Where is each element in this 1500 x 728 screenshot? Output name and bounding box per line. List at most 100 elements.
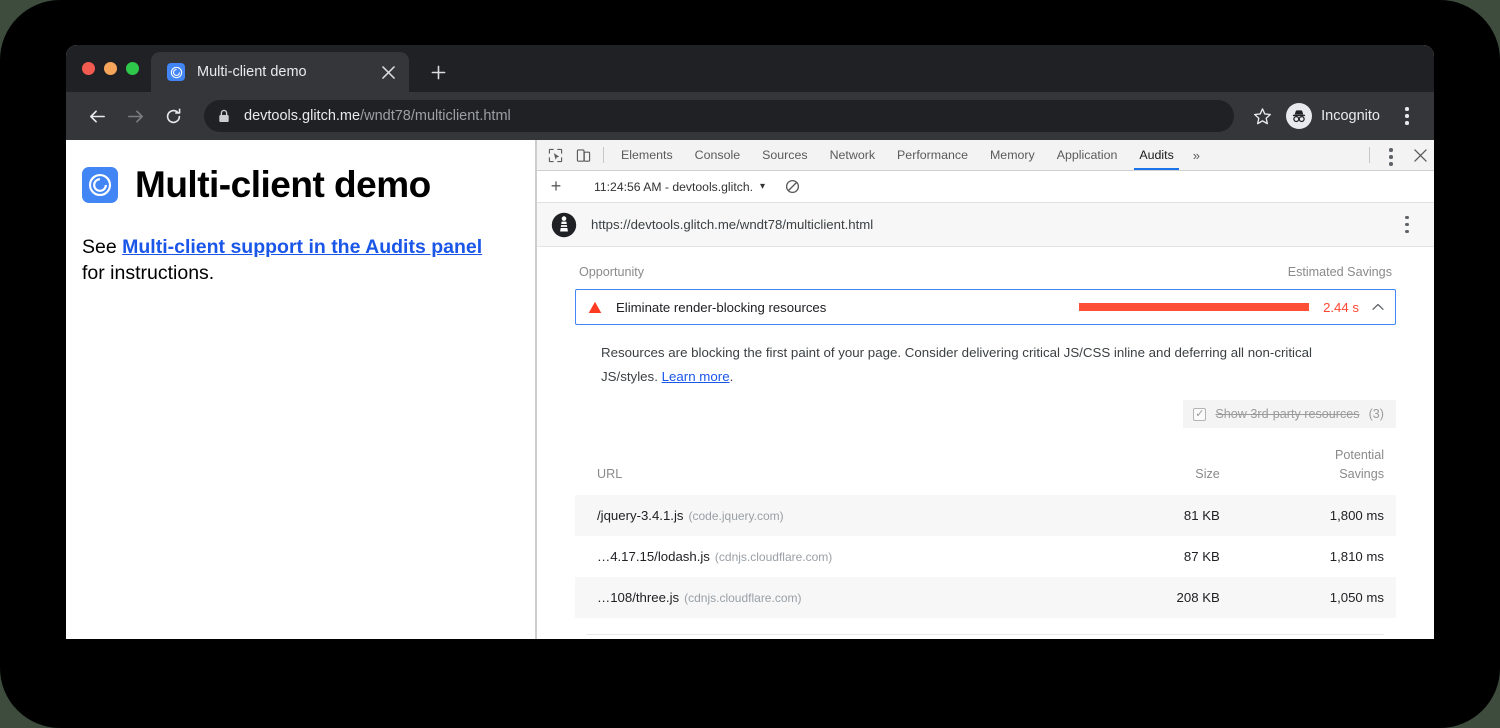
table-header-row: URL Size PotentialSavings [575, 442, 1396, 495]
window-minimize-button[interactable] [104, 62, 117, 75]
audits-docs-link[interactable]: Multi-client support in the Audits panel [122, 236, 482, 258]
url-text: devtools.glitch.me/wndt78/multiclient.ht… [244, 108, 511, 124]
savings-bar [1079, 303, 1309, 311]
savings-column-label: Estimated Savings [1288, 265, 1392, 279]
tab-console[interactable]: Console [684, 140, 751, 170]
tab-sources[interactable]: Sources [751, 140, 818, 170]
tab-strip: Multi-client demo [66, 45, 1434, 92]
tab-label: Network [830, 148, 875, 162]
toolbar-divider [1369, 147, 1370, 163]
resource-url-cell: /jquery-3.4.1.js(code.jquery.com) [575, 495, 1100, 536]
tab-application[interactable]: Application [1046, 140, 1129, 170]
url-path: /wndt78/multiclient.html [360, 108, 511, 124]
back-button[interactable] [80, 99, 114, 133]
menu-dot [1405, 230, 1409, 234]
report-body: Opportunity Estimated Savings Eliminate … [537, 247, 1434, 639]
chevron-down-icon: ▾ [760, 181, 765, 192]
resource-size: 87 KB [1100, 536, 1231, 577]
report-url: https://devtools.glitch.me/wndt78/multic… [591, 217, 1392, 232]
opportunity-column-label: Opportunity [579, 265, 644, 279]
page-viewport: Multi-client demo See Multi-client suppo… [66, 140, 536, 639]
resource-savings: 1,810 ms [1232, 536, 1396, 577]
resource-url-cell: …108/three.js(cdnjs.cloudflare.com) [575, 577, 1100, 618]
report-header: https://devtools.glitch.me/wndt78/multic… [537, 203, 1434, 247]
table-row[interactable]: …108/three.js(cdnjs.cloudflare.com) 208 … [575, 577, 1396, 618]
audit-description: Resources are blocking the first paint o… [575, 325, 1375, 388]
table-footer-divider [587, 634, 1384, 635]
tab-label: Application [1057, 148, 1118, 162]
tab-network[interactable]: Network [819, 140, 886, 170]
chrome-devtools-icon [82, 167, 118, 203]
warning-triangle-icon [588, 301, 604, 314]
window-body: Multi-client demo See Multi-client suppo… [66, 140, 1434, 639]
resource-size: 81 KB [1100, 495, 1231, 536]
resource-url-cell: …4.17.15/lodash.js(cdnjs.cloudflare.com) [575, 536, 1100, 577]
chevron-up-icon[interactable] [1371, 300, 1385, 314]
audit-description-suffix: . [730, 369, 734, 384]
tab-audits[interactable]: Audits [1128, 140, 1184, 170]
tab-title: Multi-client demo [197, 64, 377, 80]
new-audit-button[interactable]: + [543, 174, 569, 200]
audit-report: https://devtools.glitch.me/wndt78/multic… [537, 203, 1434, 639]
instructions-suffix: for instructions. [82, 262, 214, 284]
tab-memory[interactable]: Memory [979, 140, 1046, 170]
toolbar-divider [603, 147, 604, 163]
audit-savings-value: 2.44 s [1323, 300, 1359, 315]
devtools-tabbar: Elements Console Sources Network Perform… [537, 140, 1434, 171]
menu-dot [1405, 107, 1409, 111]
incognito-icon [1286, 103, 1312, 129]
menu-dot [1389, 162, 1393, 166]
browser-window: Multi-client demo [66, 45, 1434, 639]
browser-tab[interactable]: Multi-client demo [151, 52, 409, 92]
learn-more-link[interactable]: Learn more [662, 369, 730, 384]
lock-icon [218, 109, 232, 123]
window-close-button[interactable] [82, 62, 95, 75]
savings-line2: Savings [1339, 467, 1384, 481]
page-instructions: See Multi-client support in the Audits p… [82, 235, 505, 286]
third-party-filter-row: ✓ Show 3rd-party resources (3) [575, 388, 1396, 428]
audit-row-render-blocking[interactable]: Eliminate render-blocking resources 2.44… [575, 289, 1396, 325]
address-bar[interactable]: devtools.glitch.me/wndt78/multiclient.ht… [204, 100, 1234, 132]
tab-label: Audits [1139, 148, 1173, 162]
tab-label: Memory [990, 148, 1035, 162]
report-menu-button[interactable] [1392, 208, 1422, 242]
inspect-element-icon[interactable] [541, 140, 569, 170]
report-selector-label: 11:24:56 AM - devtools.glitch. [594, 180, 753, 194]
page-title: Multi-client demo [135, 166, 431, 203]
menu-dot [1405, 114, 1409, 118]
savings-line1: Potential [1335, 448, 1384, 462]
bookmark-star-icon[interactable] [1246, 100, 1278, 132]
close-icon[interactable] [377, 61, 399, 83]
new-tab-button[interactable] [421, 52, 455, 92]
resource-url: /jquery-3.4.1.js [597, 508, 684, 523]
show-third-party-toggle[interactable]: ✓ Show 3rd-party resources (3) [1183, 400, 1396, 428]
window-maximize-button[interactable] [126, 62, 139, 75]
tab-performance[interactable]: Performance [886, 140, 979, 170]
resource-url: …108/three.js [597, 590, 679, 605]
device-toolbar-icon[interactable] [569, 140, 597, 170]
menu-dot [1389, 148, 1393, 152]
report-selector-dropdown[interactable]: 11:24:56 AM - devtools.glitch. ▾ [586, 176, 773, 198]
savings-bar-fill [1079, 303, 1309, 311]
table-row[interactable]: /jquery-3.4.1.js(code.jquery.com) 81 KB … [575, 495, 1396, 536]
column-header-savings: Potential Savings [1232, 442, 1396, 495]
devtools-menu-button[interactable] [1376, 140, 1406, 174]
chevron-double-right-icon[interactable]: » [1185, 140, 1208, 170]
devtools-panel: Elements Console Sources Network Perform… [536, 140, 1434, 639]
checkbox-icon[interactable]: ✓ [1193, 408, 1206, 421]
incognito-indicator[interactable]: Incognito [1282, 99, 1388, 133]
third-party-count: (3) [1369, 407, 1384, 421]
reload-button[interactable] [156, 99, 190, 133]
browser-menu-button[interactable] [1392, 99, 1422, 133]
forward-button[interactable] [118, 99, 152, 133]
url-host: devtools.glitch.me [244, 108, 360, 124]
browser-toolbar: devtools.glitch.me/wndt78/multiclient.ht… [66, 92, 1434, 140]
third-party-label: Show 3rd-party resources [1215, 407, 1359, 421]
resource-host: (cdnjs.cloudflare.com) [715, 550, 832, 564]
clear-all-icon[interactable] [779, 174, 805, 200]
tab-elements[interactable]: Elements [610, 140, 684, 170]
table-row[interactable]: …4.17.15/lodash.js(cdnjs.cloudflare.com)… [575, 536, 1396, 577]
column-header-url: URL [575, 442, 1100, 495]
close-devtools-icon[interactable] [1406, 140, 1434, 170]
tab-label: Elements [621, 148, 673, 162]
